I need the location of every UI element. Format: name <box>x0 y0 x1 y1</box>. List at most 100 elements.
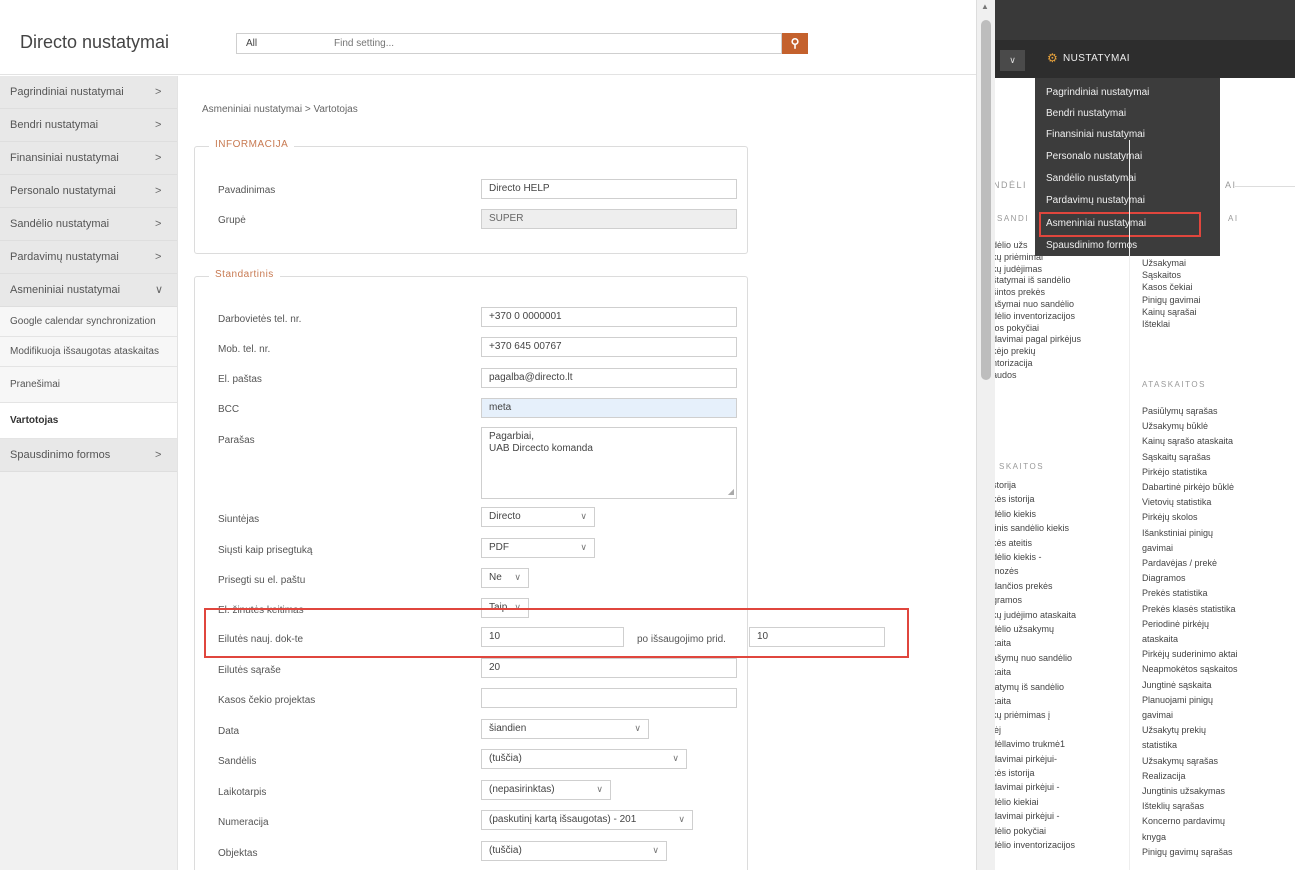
report-link[interactable]: dėlio inventorizacijos <box>995 311 1075 321</box>
report-link[interactable]: dėlio užsakymų <box>995 624 1054 634</box>
sandelis-select[interactable]: (tuščia) ∨ <box>481 749 687 769</box>
report-link[interactable]: dėlio kiekiai <box>995 797 1039 807</box>
sidebar-item-pagrindiniai[interactable]: Pagrindiniai nustatymai > <box>0 76 177 109</box>
report-link[interactable]: davimai pirkėjui- <box>995 754 1057 764</box>
report-link[interactable]: Pirkėjų skolos <box>1142 512 1198 522</box>
report-link[interactable]: kų judėjimo ataskaita <box>995 610 1076 620</box>
report-link[interactable]: Planuojami pinigų <box>1142 695 1213 705</box>
report-link[interactable]: kų judėjimas <box>995 264 1042 274</box>
report-link[interactable]: ataskaita <box>1142 634 1178 644</box>
report-link[interactable]: kės istorija <box>995 768 1035 778</box>
menu-item-bendri[interactable]: Bendri nustatymai <box>1046 108 1126 119</box>
sidebar-subitem-vartotojas[interactable]: Vartotojas <box>0 403 177 439</box>
report-link[interactable]: lėj <box>995 725 1001 735</box>
siuntejas-select[interactable]: Directo ∨ <box>481 507 595 527</box>
sidebar-item-spausdinimo[interactable]: Spausdinimo formos > <box>0 439 177 472</box>
eilutes-sarase-field[interactable]: 20 <box>481 658 737 678</box>
report-link[interactable]: dėlio užs <box>995 240 1028 250</box>
report-link[interactable]: gavimai <box>1142 543 1173 553</box>
report-link[interactable]: tatymų iš sandėlio <box>995 682 1064 692</box>
report-link[interactable]: Užsakymų sąrašas <box>1142 756 1218 766</box>
sidebar-subitem-modifikuoja[interactable]: Modifikuoja išsaugotas ataskaitas <box>0 337 177 367</box>
scrollbar[interactable]: ▲ <box>976 0 995 870</box>
kasos-field[interactable] <box>481 688 737 708</box>
report-link[interactable]: Užsakytų prekių <box>1142 725 1206 735</box>
report-link[interactable]: ašymų nuo sandėlio <box>995 653 1072 663</box>
objektas-select[interactable]: (tuščia) ∨ <box>481 841 667 861</box>
darbovietes-field[interactable]: +370 0 0000001 <box>481 307 737 327</box>
prisegti-select[interactable]: Ne ∨ <box>481 568 529 588</box>
nav-item-nustatymai[interactable]: NUSTATYMAI <box>1063 53 1130 64</box>
report-link[interactable]: kėjo prekių <box>995 346 1036 356</box>
report-link[interactable]: Pirkėjo statistika <box>1142 467 1207 477</box>
sidebar-item-pardavimu[interactable]: Pardavimų nustatymai > <box>0 241 177 274</box>
report-link[interactable]: storija <box>995 480 1016 490</box>
report-link[interactable]: Užsakymų būklė <box>1142 421 1208 431</box>
mob-field[interactable]: +370 645 00767 <box>481 337 737 357</box>
report-link[interactable]: tinis sandėlio kiekis <box>995 523 1069 533</box>
menu-item-pagrindiniai[interactable]: Pagrindiniai nustatymai <box>1046 87 1149 98</box>
report-link[interactable]: Dabartinė pirkėjo būklė <box>1142 482 1234 492</box>
siusti-select[interactable]: PDF ∨ <box>481 538 595 558</box>
report-link[interactable]: štatymai iš sandėlio <box>995 275 1071 285</box>
report-link[interactable]: audos <box>995 370 1017 380</box>
report-link[interactable]: kų priėmimai <box>995 252 1043 262</box>
report-link[interactable]: Jungtinė sąskaita <box>1142 680 1212 690</box>
menu-item-pardavimu[interactable]: Pardavimų nustatymai <box>1046 195 1145 206</box>
email-field[interactable]: pagalba@directo.lt <box>481 368 737 388</box>
report-link[interactable]: Prekės klasės statistika <box>1142 604 1236 614</box>
report-link[interactable]: Kasos čekiai <box>1142 282 1193 292</box>
sidebar-item-sandelio[interactable]: Sandėlio nustatymai > <box>0 208 177 241</box>
report-link[interactable]: dėlio inventorizacijos <box>995 840 1075 850</box>
laikotarpis-select[interactable]: (nepasirinktas) ∨ <box>481 780 611 800</box>
report-link[interactable]: dančios prekės <box>995 581 1053 591</box>
data-select[interactable]: šiandien ∨ <box>481 719 649 739</box>
report-link[interactable]: dėlio kiekis <box>995 509 1036 519</box>
report-link[interactable]: kės istorija <box>995 494 1035 504</box>
search-input[interactable] <box>328 33 782 54</box>
resize-handle-icon[interactable]: ◢ <box>728 486 734 498</box>
report-link[interactable]: dėlio pokyčiai <box>995 826 1046 836</box>
report-link[interactable]: kaita <box>995 638 1011 648</box>
report-link[interactable]: davimai pirkėjui - <box>995 782 1060 792</box>
search-button[interactable]: ⚲ <box>782 33 808 54</box>
report-link[interactable]: Išteklių sąrašas <box>1142 801 1204 811</box>
report-link[interactable]: Realizacija <box>1142 771 1186 781</box>
scroll-up-icon[interactable]: ▲ <box>981 2 989 11</box>
menu-item-personalo[interactable]: Personalo nustatymai <box>1046 151 1142 162</box>
report-link[interactable]: Vietovių statistika <box>1142 497 1211 507</box>
report-link[interactable]: Pinigų gavimai <box>1142 295 1201 305</box>
report-link[interactable]: ntorizacija <box>995 358 1033 368</box>
report-link[interactable]: Pardavėjas / prekė <box>1142 558 1217 568</box>
report-link[interactable]: Pirkėjų suderinimo aktai <box>1142 649 1238 659</box>
report-link[interactable]: Koncerno pardavimų <box>1142 816 1225 826</box>
report-link[interactable]: ašymai nuo sandėlio <box>995 299 1074 309</box>
report-link[interactable]: statistika <box>1142 740 1177 750</box>
report-link[interactable]: Sąskaitos <box>1142 270 1181 280</box>
report-link[interactable]: Diagramos <box>1142 573 1186 583</box>
report-link[interactable]: dėlio kiekis - <box>995 552 1042 562</box>
sidebar-item-asmeniniai[interactable]: Asmeniniai nustatymai ∨ <box>0 274 177 307</box>
report-link[interactable]: kaita <box>995 667 1011 677</box>
pavadinimas-field[interactable]: Directo HELP <box>481 179 737 199</box>
report-link[interactable]: dėllavimo trukmė1 <box>995 739 1065 749</box>
nav-dropdown-toggle[interactable]: ∨ <box>1000 50 1025 71</box>
report-link[interactable]: Prekės statistika <box>1142 588 1208 598</box>
menu-item-finansiniai[interactable]: Finansiniai nustatymai <box>1046 129 1145 140</box>
report-link[interactable]: Išteklai <box>1142 319 1170 329</box>
numeracija-select[interactable]: (paskutinį kartą išsaugotas) - 201 ∨ <box>481 810 693 830</box>
menu-item-sandelio[interactable]: Sandėlio nustatymai <box>1046 173 1136 184</box>
report-link[interactable]: Kainų sąrašo ataskaita <box>1142 436 1233 446</box>
report-link[interactable]: Pasiūlymų sąrašas <box>1142 406 1218 416</box>
scroll-thumb[interactable] <box>981 20 991 380</box>
report-link[interactable]: davimai pirkėjui - <box>995 811 1060 821</box>
report-link[interactable]: gramos <box>995 595 1022 605</box>
report-link[interactable]: davimai pagal pirkėjus <box>995 334 1081 344</box>
sidebar-item-personalo[interactable]: Personalo nustatymai > <box>0 175 177 208</box>
report-link[interactable]: kaita <box>995 696 1011 706</box>
report-link[interactable]: kų priėmimas į <box>995 710 1050 720</box>
report-link[interactable]: Neapmokėtos sąskaitos <box>1142 664 1238 674</box>
report-link[interactable]: Išankstiniai pinigų <box>1142 528 1213 538</box>
report-link[interactable]: gavimai <box>1142 710 1173 720</box>
report-link[interactable]: Pinigų gavimų sąrašas <box>1142 847 1233 857</box>
